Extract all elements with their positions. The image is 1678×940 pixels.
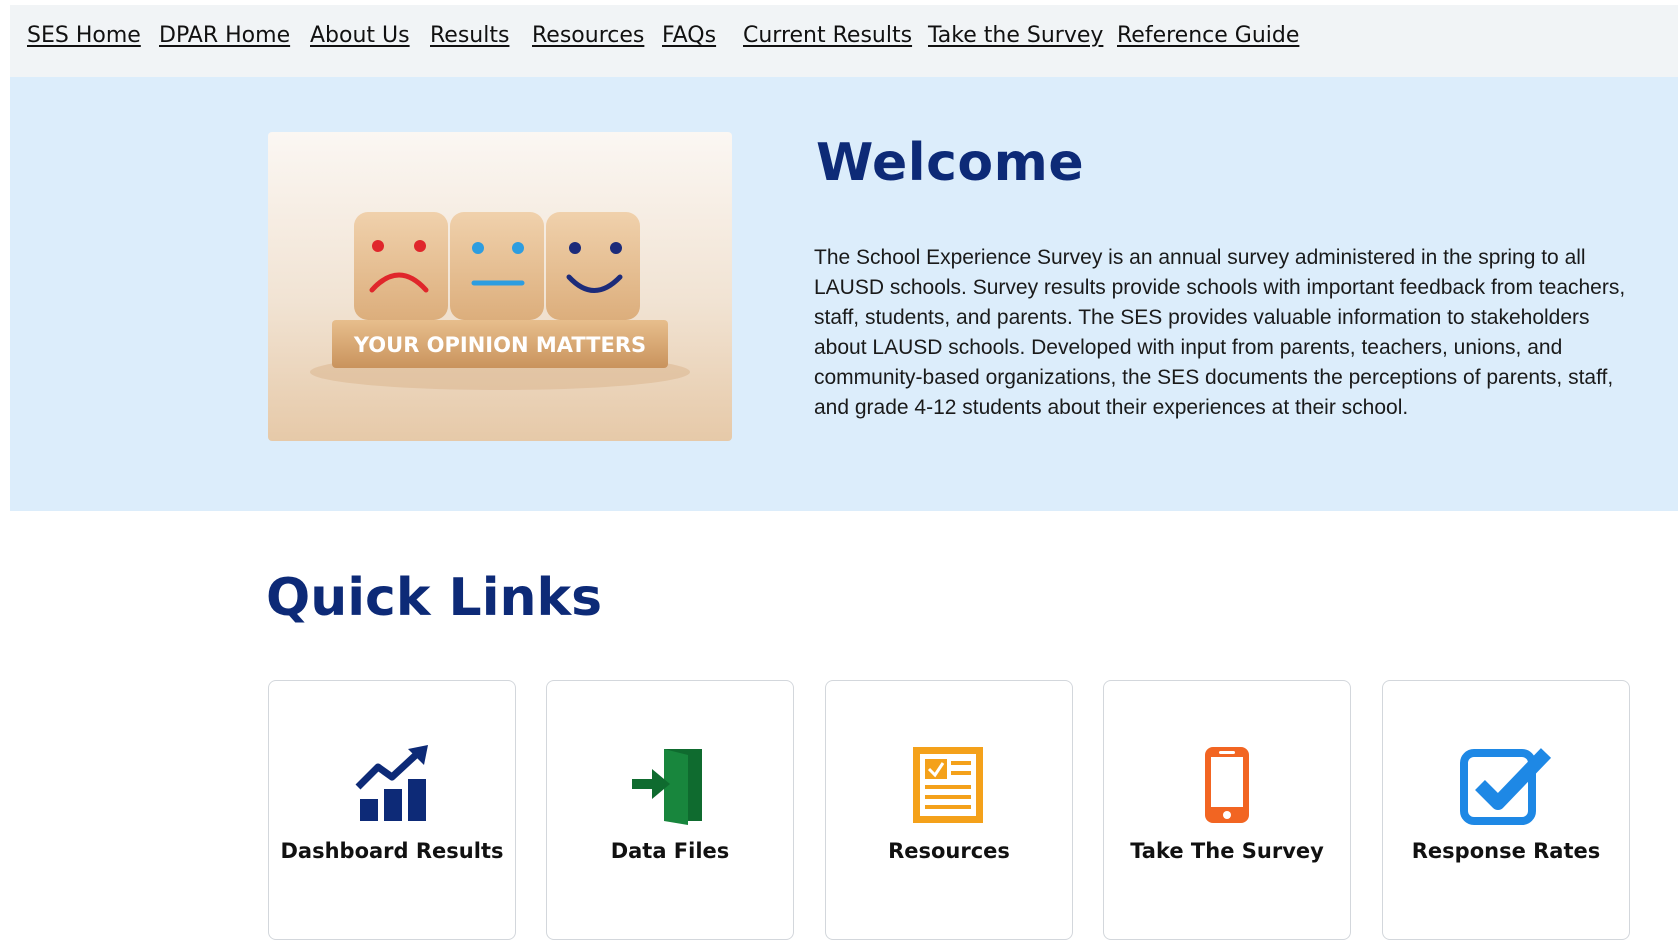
take-the-survey-card[interactable]: Take The Survey (1103, 680, 1351, 940)
mobile-phone-icon (1104, 743, 1350, 827)
door-enter-icon (547, 743, 793, 827)
data-files-card[interactable]: Data Files (546, 680, 794, 940)
data-files-label: Data Files (610, 839, 730, 863)
top-navigation: SES Home DPAR Home About Us Results Reso… (10, 5, 1678, 77)
dashboard-results-card[interactable]: Dashboard Results (268, 680, 516, 940)
resources-label: Resources (888, 839, 1010, 863)
nav-reference-guide[interactable]: Reference Guide (1117, 23, 1299, 48)
document-checklist-icon (826, 743, 1072, 827)
nav-about-us[interactable]: About Us (310, 23, 410, 48)
welcome-description: The School Experience Survey is an annua… (814, 246, 1626, 419)
quick-links-title: Quick Links (266, 568, 603, 628)
welcome-title: Welcome (816, 133, 1085, 193)
opinion-matters-caption: YOUR OPINION MATTERS (353, 333, 646, 357)
chart-growth-icon (269, 743, 515, 827)
opinion-cubes-illustration: YOUR OPINION MATTERS (268, 132, 732, 441)
opinion-matters-image: YOUR OPINION MATTERS (268, 132, 732, 441)
nav-faqs[interactable]: FAQs (662, 23, 716, 48)
nav-take-the-survey[interactable]: Take the Survey (928, 23, 1103, 48)
checkbox-icon (1383, 743, 1629, 827)
nav-ses-home[interactable]: SES Home (27, 23, 141, 48)
resources-card[interactable]: Resources (825, 680, 1073, 940)
nav-results[interactable]: Results (430, 23, 509, 48)
welcome-hero: YOUR OPINION MATTERS Welcome The School … (10, 77, 1678, 511)
nav-current-results[interactable]: Current Results (743, 23, 912, 48)
nav-resources[interactable]: Resources (532, 23, 644, 48)
nav-dpar-home[interactable]: DPAR Home (159, 23, 290, 48)
dashboard-results-label: Dashboard Results (280, 839, 504, 863)
response-rates-card[interactable]: Response Rates (1382, 680, 1630, 940)
response-rates-label: Response Rates (1411, 839, 1601, 863)
take-the-survey-label: Take The Survey (1130, 839, 1324, 863)
